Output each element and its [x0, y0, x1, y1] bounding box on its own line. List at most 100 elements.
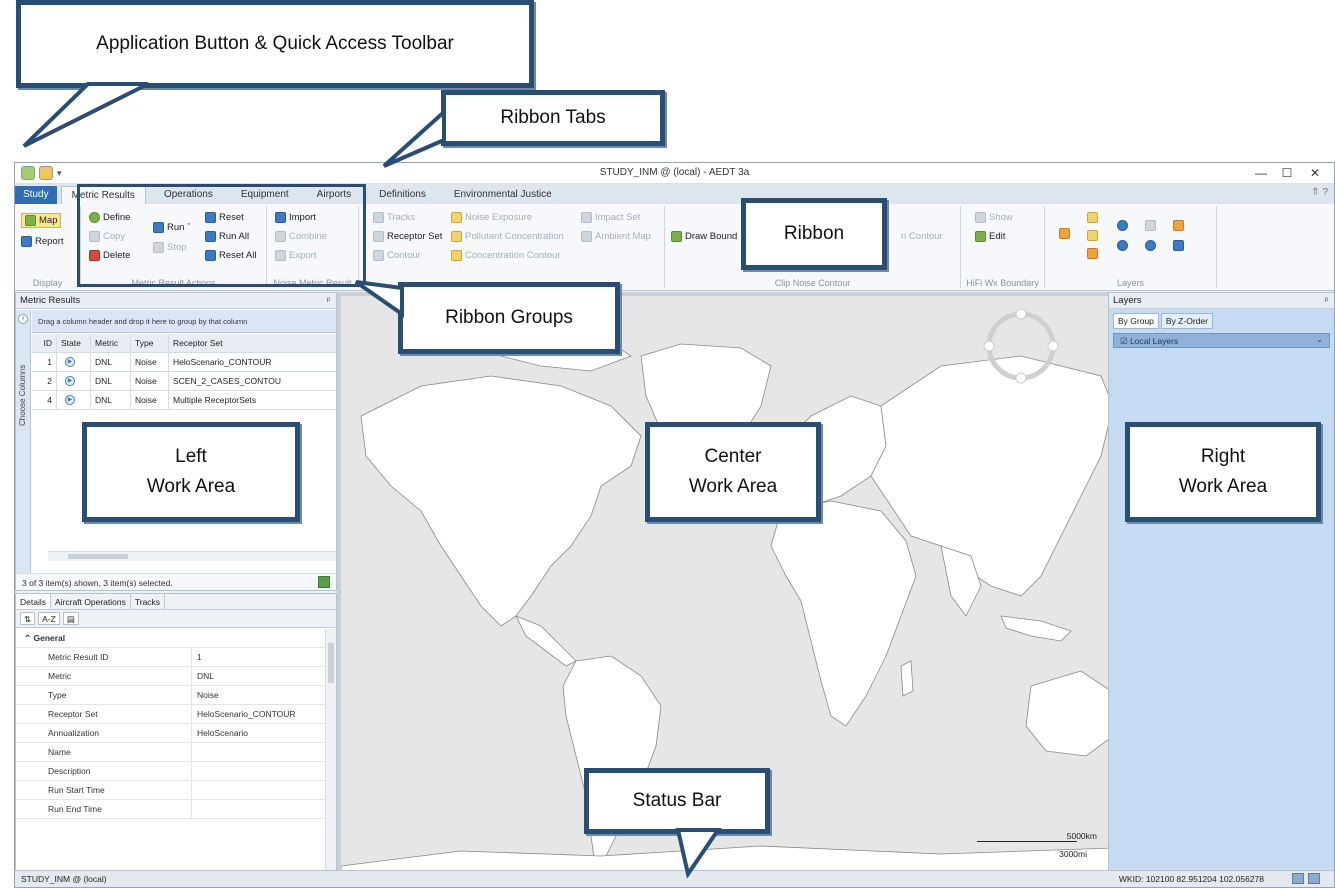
clip-contour-button[interactable]: n Contour [901, 231, 943, 242]
receptor-set-button[interactable]: Receptor Set [373, 231, 442, 242]
callout-right-work-area: Right Work Area [1125, 422, 1321, 522]
property-row[interactable]: Description [16, 762, 324, 781]
draw-boundary-button[interactable]: Draw Bound [671, 231, 737, 242]
categorized-sort-button[interactable]: ⇅ [20, 612, 36, 625]
group-by-area[interactable]: Drag a column header and drop it here to… [32, 310, 336, 333]
table-row[interactable]: 2 ▶ DNL Noise SCEN_2_CASES_CONTOU [32, 372, 336, 391]
layer-remove-icon[interactable] [1117, 240, 1128, 251]
layer-globe-icon[interactable] [1145, 240, 1156, 251]
cell-metric: DNL [91, 353, 131, 371]
tab-study[interactable]: Study [15, 186, 57, 204]
column-header-metric[interactable]: Metric [91, 334, 131, 352]
pollutant-concentration-icon [451, 231, 462, 242]
ambient-map-button[interactable]: Ambient Map [581, 231, 651, 242]
column-header-type[interactable]: Type [131, 334, 169, 352]
status-layers-icon[interactable] [1308, 873, 1320, 884]
contour-button[interactable]: Contour [373, 250, 421, 261]
local-layers-group[interactable]: ☑ Local Layers ⌄ [1113, 333, 1330, 348]
tab-by-group[interactable]: By Group [1113, 313, 1159, 329]
chevron-down-icon[interactable]: ⌄ [1316, 335, 1323, 344]
tab-details[interactable]: Details [16, 594, 51, 609]
status-coordinates: WKID: 102100 82.951204 102.056278 [1118, 874, 1264, 884]
pollutant-concentration-button[interactable]: Pollutant Concentration [451, 231, 564, 242]
map-button[interactable]: Map [21, 213, 62, 228]
table-row[interactable]: 1 ▶ DNL Noise HeloScenario_CONTOUR [32, 353, 336, 372]
tab-definitions[interactable]: Definitions [369, 186, 436, 204]
property-row[interactable]: Annualization HeloScenario [16, 724, 324, 743]
property-name: Annualization [16, 724, 192, 742]
report-button[interactable]: Report [21, 236, 64, 247]
pin-icon[interactable]: ᵖ [1325, 295, 1328, 305]
layer-star-2-icon[interactable] [1087, 230, 1098, 241]
expand-icon[interactable]: › [18, 314, 28, 324]
ribbon-minimize-help-icons[interactable]: ⇑ ? [1311, 187, 1328, 198]
property-row[interactable]: Receptor Set HeloScenario_CONTOUR [16, 705, 324, 724]
pan-north-handle[interactable] [1015, 308, 1027, 320]
layer-star-icon[interactable] [1087, 212, 1098, 223]
local-layers-label: Local Layers [1129, 336, 1179, 346]
layer-folder-icon[interactable] [1173, 220, 1184, 231]
callout-ribbon-tabs-text: Ribbon Tabs [500, 107, 606, 128]
table-row[interactable]: 4 ▶ DNL Noise Multiple ReceptorSets [32, 391, 336, 410]
pin-icon[interactable]: ᵖ [327, 295, 330, 305]
ribbon-group-hifi-wx-boundary: Show Edit HiFi Wx Boundary [961, 206, 1045, 288]
layers-panel: Layers ᵖ By Group By Z-Order ☑ Local Lay… [1108, 292, 1334, 887]
callout-ribbon-tabs-tail [382, 107, 446, 168]
noise-exposure-button[interactable]: Noise Exposure [451, 212, 532, 223]
column-header-receptor-set[interactable]: Receptor Set [169, 334, 336, 352]
property-row[interactable]: Name [16, 743, 324, 762]
pan-south-handle[interactable] [1015, 372, 1027, 384]
property-row[interactable]: Metric Result ID 1 [16, 648, 324, 667]
choose-columns-strip[interactable]: › Choose Columns [16, 310, 31, 576]
column-header-state[interactable]: State [57, 334, 91, 352]
callout-status-bar-tail [675, 828, 722, 878]
tab-environmental-justice[interactable]: Environmental Justice [444, 186, 562, 204]
ribbon-group-layers: Layers [1045, 206, 1217, 288]
show-button[interactable]: Show [975, 212, 1013, 223]
play-icon[interactable]: ▶ [65, 376, 75, 386]
pan-east-handle[interactable] [1047, 340, 1059, 352]
property-row[interactable]: Metric DNL [16, 667, 324, 686]
tracks-button[interactable]: Tracks [373, 212, 415, 223]
draw-boundary-icon [671, 231, 682, 242]
layer-tool-icon[interactable] [1059, 228, 1070, 239]
cell-id: 1 [32, 353, 57, 371]
tab-tracks[interactable]: Tracks [131, 594, 166, 609]
status-window-icon[interactable] [1292, 873, 1304, 884]
column-header-id[interactable]: ID [32, 334, 57, 352]
callout-ribbon-groups-tail [354, 280, 404, 318]
scrollbar-thumb[interactable] [68, 554, 128, 559]
property-row[interactable]: Run Start Time [16, 781, 324, 800]
details-panel: Details Aircraft Operations Tracks ⇅ A-Z… [15, 593, 337, 887]
tab-aircraft-operations[interactable]: Aircraft Operations [51, 594, 131, 609]
concentration-contour-button[interactable]: Concentration Contour [451, 250, 561, 261]
close-button[interactable]: ✕ [1306, 166, 1324, 180]
property-name: Run End Time [16, 800, 192, 818]
tab-by-z-order[interactable]: By Z-Order [1160, 313, 1213, 329]
grid-horizontal-scrollbar[interactable] [48, 551, 336, 561]
property-row[interactable]: Type Noise [16, 686, 324, 705]
layer-marker-icon[interactable] [1087, 248, 1098, 259]
minimize-button[interactable]: — [1252, 166, 1270, 180]
layer-grid-icon[interactable] [1145, 220, 1156, 231]
tracks-label: Tracks [387, 212, 416, 223]
layer-image-icon[interactable] [1173, 240, 1184, 251]
excel-export-icon[interactable] [318, 576, 330, 588]
callout-center-line-1: Center [704, 446, 762, 467]
edit-button[interactable]: Edit [975, 231, 1005, 242]
cell-state: ▶ [57, 372, 91, 390]
layer-add-icon[interactable] [1117, 220, 1128, 231]
play-icon[interactable]: ▶ [65, 357, 75, 367]
scrollbar-thumb[interactable] [328, 643, 334, 683]
maximize-button[interactable]: ☐ [1278, 166, 1296, 180]
property-row[interactable]: Run End Time [16, 800, 324, 819]
alphabetical-sort-button[interactable]: A-Z [38, 612, 60, 625]
play-icon[interactable]: ▶ [65, 395, 75, 405]
impact-set-button[interactable]: Impact Set [581, 212, 640, 223]
callout-left-line-2: Work Area [146, 476, 236, 497]
ambient-map-icon [581, 231, 592, 242]
pan-west-handle[interactable] [983, 340, 995, 352]
property-category[interactable]: ⌃ General [16, 629, 324, 648]
property-pages-button[interactable]: ▤ [62, 612, 79, 625]
property-grid-scrollbar[interactable] [325, 629, 336, 876]
